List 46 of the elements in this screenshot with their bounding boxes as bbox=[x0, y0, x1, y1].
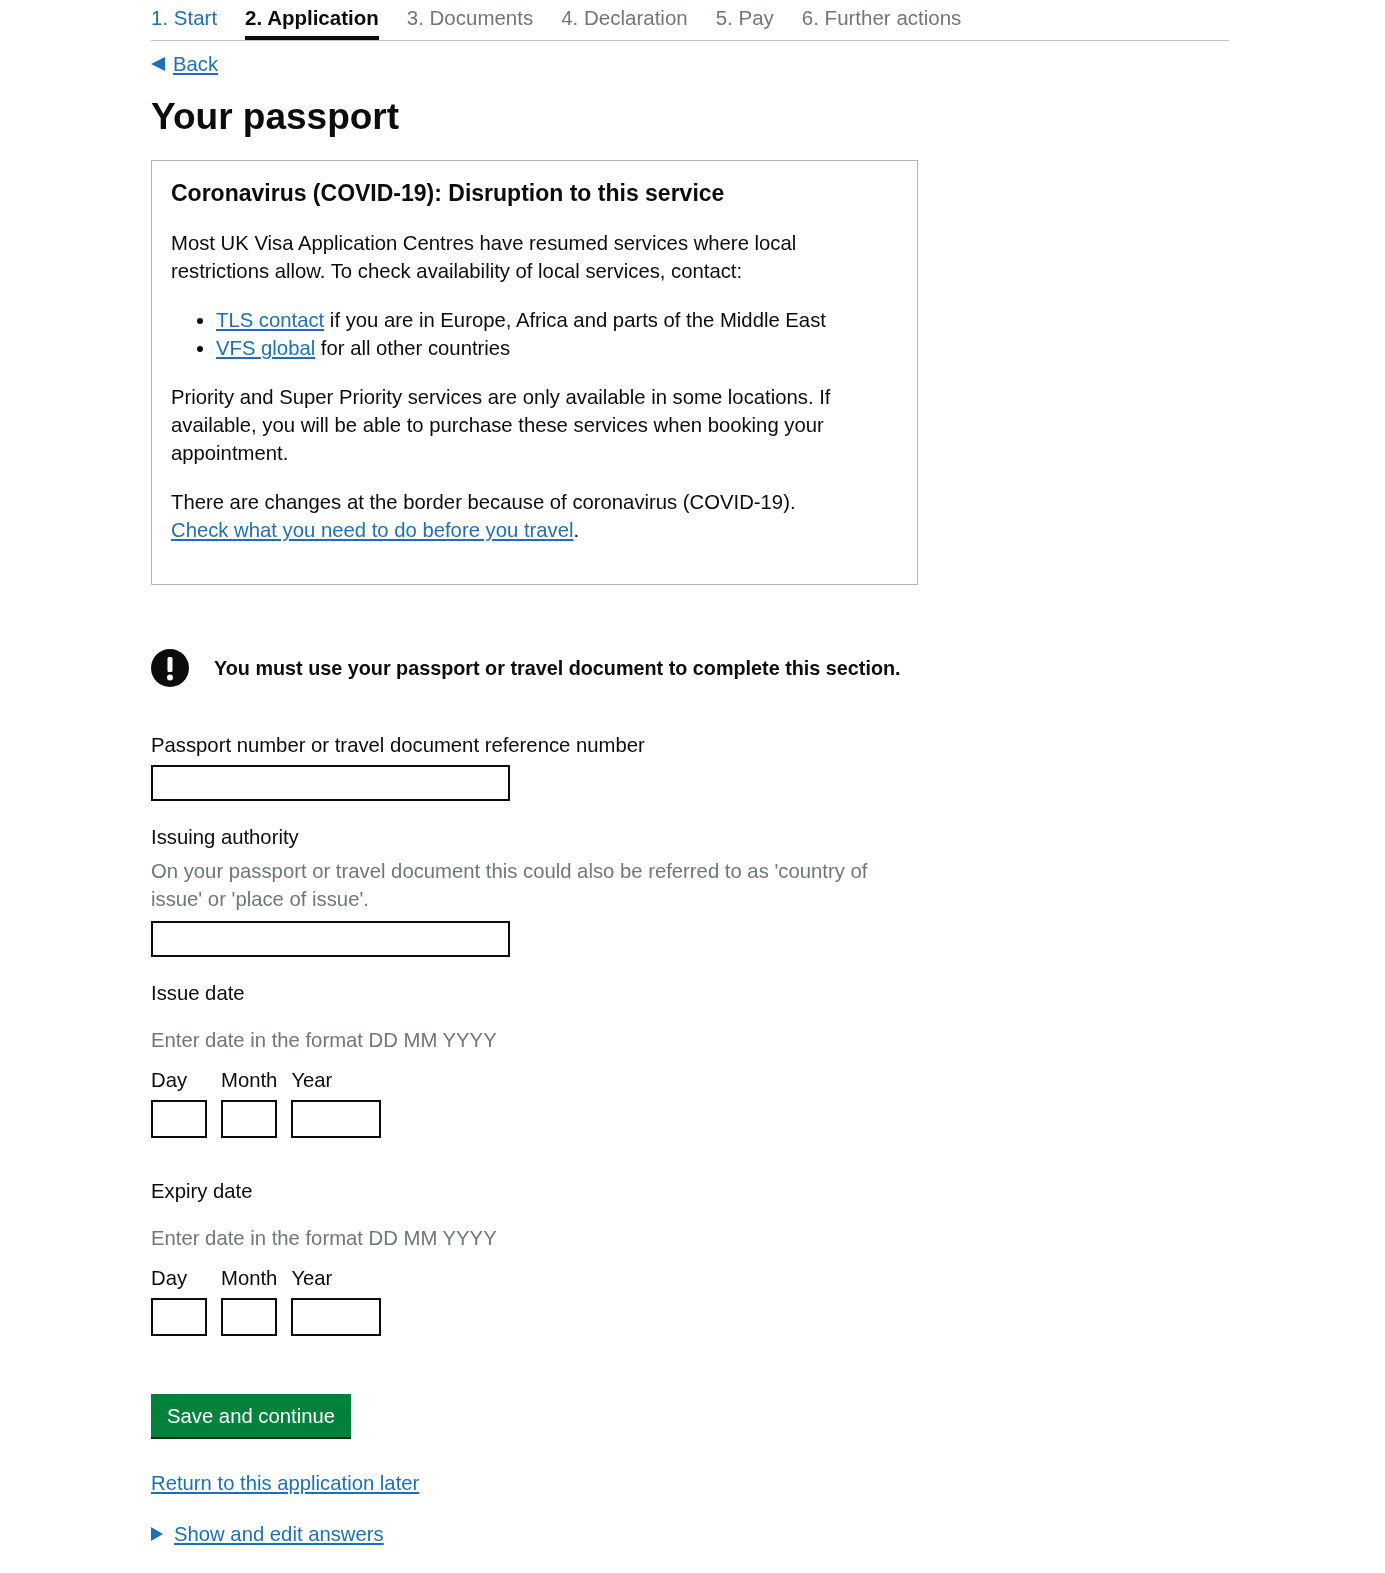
inline-link[interactable]: VFS global bbox=[216, 337, 316, 359]
month-field[interactable] bbox=[221, 1100, 277, 1138]
date-part-label: Month bbox=[221, 1266, 278, 1291]
notice-list-item: TLS contact if you are in Europe, Africa and parts of the Middle East bbox=[216, 308, 826, 333]
notice-paragraph: There are changes at the border because of coronavirus (COVID-19). Check what you need to do before you travel. bbox=[171, 490, 797, 543]
field-hint: Enter date in the format DD MM YYYY bbox=[151, 1226, 497, 1251]
inline-link[interactable]: Check what you need to do before you travel bbox=[171, 519, 574, 541]
date-part-label: Day bbox=[151, 1266, 188, 1291]
save-button[interactable]: Save and continue bbox=[151, 1394, 351, 1439]
field-label: Issuing authority bbox=[151, 825, 299, 850]
field-hint: On your passport or travel document this could also be referred to as 'country of issue' or 'place of issue'. bbox=[151, 859, 869, 912]
page-title: Your passport bbox=[151, 95, 400, 139]
notice-list-item: VFS global for all other countries bbox=[216, 336, 511, 361]
progress-step[interactable]: 1. Start bbox=[151, 0, 218, 40]
text-input-field[interactable] bbox=[151, 921, 510, 957]
text-input-field[interactable] bbox=[151, 765, 510, 801]
progress-step: 6. Further actions bbox=[801, 0, 962, 40]
caret-left-icon bbox=[151, 57, 165, 71]
notice-paragraph: Most UK Visa Application Centres have resumed services where local restrictions allow. To check availability of local services, contact: bbox=[171, 231, 798, 284]
notice-paragraph: Priority and Super Priority services are only available in some locations. If available, you will be able to purchase these services when booking your appointment. bbox=[171, 385, 832, 466]
day-field[interactable] bbox=[151, 1298, 207, 1336]
date-part-label: Year bbox=[291, 1266, 333, 1291]
date-part-label: Month bbox=[221, 1068, 278, 1093]
inline-link[interactable]: TLS contact bbox=[216, 309, 325, 331]
progress-step: 5. Pay bbox=[715, 0, 774, 40]
year-field[interactable] bbox=[291, 1298, 382, 1336]
progress-step: 3. Documents bbox=[406, 0, 534, 40]
progress-step: 2. Application bbox=[245, 0, 379, 40]
bullet-icon bbox=[197, 318, 203, 324]
exclamation-icon bbox=[151, 649, 189, 687]
field-label: Issue date bbox=[151, 981, 245, 1006]
notice-heading: Coronavirus (COVID-19): Disruption to this service bbox=[171, 179, 725, 208]
day-field[interactable] bbox=[151, 1100, 207, 1138]
date-part-label: Year bbox=[291, 1068, 333, 1093]
show-answers-toggle[interactable]: Show and edit answers bbox=[151, 1521, 384, 1547]
date-part-label: Day bbox=[151, 1068, 188, 1093]
field-hint: Enter date in the format DD MM YYYY bbox=[151, 1028, 497, 1053]
field-label: Expiry date bbox=[151, 1179, 253, 1204]
year-field[interactable] bbox=[291, 1100, 382, 1138]
return-later-link[interactable]: Return to this application later bbox=[151, 1472, 420, 1494]
bullet-icon bbox=[197, 346, 203, 352]
progress-step: 4. Declaration bbox=[561, 0, 688, 40]
back-link[interactable]: Back bbox=[151, 53, 219, 75]
warning-text: You must use your passport or travel document to complete this section. bbox=[214, 656, 901, 681]
field-label: Passport number or travel document reference number bbox=[151, 733, 645, 758]
month-field[interactable] bbox=[221, 1298, 277, 1336]
